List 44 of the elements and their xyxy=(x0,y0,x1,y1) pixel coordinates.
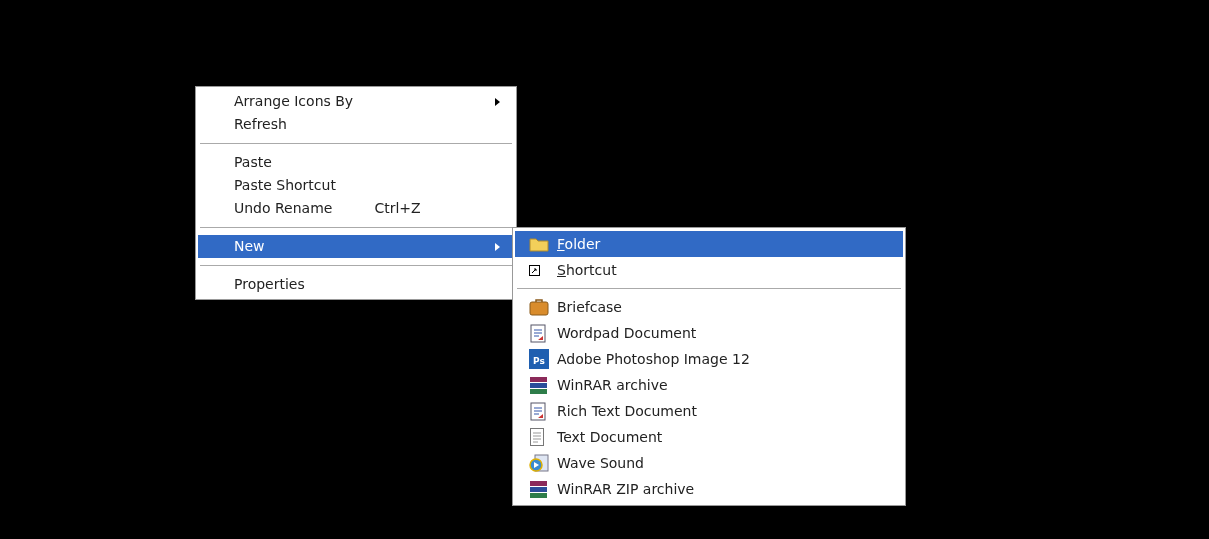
document-icon xyxy=(529,323,547,343)
stacked-books-icon xyxy=(529,375,549,395)
menu-item[interactable]: WinRAR archive xyxy=(515,372,903,398)
menu-item[interactable]: Refresh xyxy=(198,113,514,136)
menu-item[interactable]: Briefcase xyxy=(515,294,903,320)
menu-item-label: Paste xyxy=(234,153,272,172)
folder-icon xyxy=(529,236,549,252)
menu-item[interactable]: New xyxy=(198,235,514,258)
menu-item[interactable]: Rich Text Document xyxy=(515,398,903,424)
menu-item-label: Shortcut xyxy=(557,260,617,280)
menu-item-label: Adobe Photoshop Image 12 xyxy=(557,349,750,369)
menu-item-label: Undo Rename xyxy=(234,199,333,218)
menu-item-label: Briefcase xyxy=(557,297,622,317)
menu-item[interactable]: Wave Sound xyxy=(515,450,903,476)
menu-item[interactable]: Folder xyxy=(515,231,903,257)
menu-item[interactable]: Wordpad Document xyxy=(515,320,903,346)
menu-item[interactable]: Paste Shortcut xyxy=(198,174,514,197)
menu-item[interactable]: Arrange Icons By xyxy=(198,90,514,113)
menu-item[interactable]: Ps Adobe Photoshop Image 12 xyxy=(515,346,903,372)
menu-item[interactable]: Properties xyxy=(198,273,514,296)
menu-item-label: WinRAR archive xyxy=(557,375,668,395)
photoshop-file-icon: Ps xyxy=(529,349,549,369)
shortcut-label: Ctrl+Z xyxy=(374,199,421,218)
menu-item-label: Arrange Icons By xyxy=(234,92,354,111)
text-file-icon xyxy=(529,427,545,447)
menu-item-label: Text Document xyxy=(557,427,663,447)
menu-item-label: Refresh xyxy=(234,115,287,134)
menu-item-label: Properties xyxy=(234,275,305,294)
media-file-icon xyxy=(529,454,549,472)
menu-item[interactable]: Text Document xyxy=(515,424,903,450)
menu-item-label: WinRAR ZIP archive xyxy=(557,479,695,499)
menu-item-label: Folder xyxy=(557,234,601,254)
briefcase-icon xyxy=(529,298,549,316)
menu-item[interactable]: Undo Rename Ctrl+Z xyxy=(198,197,514,220)
menu-item[interactable]: WinRAR ZIP archive xyxy=(515,476,903,502)
menu-item-label: Wave Sound xyxy=(557,453,644,473)
menu-item-label: Rich Text Document xyxy=(557,401,697,421)
menu-item-label: New xyxy=(234,237,265,256)
menu-item[interactable]: Paste xyxy=(198,151,514,174)
menu-item[interactable]: Shortcut xyxy=(515,257,903,283)
menu-item-label: Wordpad Document xyxy=(557,323,697,343)
menu-item-label: Paste Shortcut xyxy=(234,176,336,195)
stacked-books-icon xyxy=(529,479,549,499)
document-icon xyxy=(529,401,547,421)
